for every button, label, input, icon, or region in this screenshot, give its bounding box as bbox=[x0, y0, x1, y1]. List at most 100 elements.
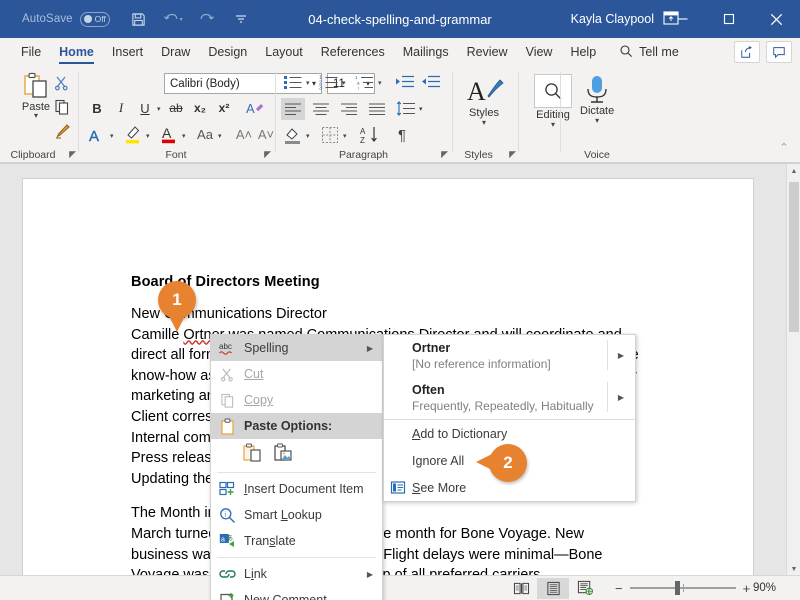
font-color-icon[interactable]: A bbox=[158, 122, 180, 146]
dictate-dropdown-caret-icon[interactable]: ▾ bbox=[580, 117, 614, 125]
save-icon[interactable] bbox=[124, 4, 154, 34]
scroll-up-arrow-icon[interactable]: ▲ bbox=[787, 164, 800, 178]
context-menu-item-link[interactable]: Link ▶ bbox=[211, 561, 382, 587]
undo-icon[interactable]: ▾ bbox=[158, 4, 188, 34]
justify-icon[interactable] bbox=[365, 98, 389, 120]
underline-caret-icon[interactable]: ▾ bbox=[157, 105, 161, 113]
numbering-caret-icon[interactable]: ▾ bbox=[342, 79, 346, 87]
styles-dropdown-caret-icon[interactable]: ▾ bbox=[464, 119, 504, 127]
shading-caret-icon[interactable]: ▾ bbox=[306, 132, 310, 140]
minimize-button[interactable] bbox=[660, 0, 706, 38]
tab-design[interactable]: Design bbox=[199, 38, 256, 66]
tab-references[interactable]: References bbox=[312, 38, 394, 66]
borders-caret-icon[interactable]: ▾ bbox=[343, 132, 347, 140]
zoom-control[interactable]: − + bbox=[615, 581, 750, 596]
font-dialog-launcher[interactable]: ◤ bbox=[264, 149, 271, 160]
borders-icon[interactable] bbox=[318, 124, 342, 146]
increase-indent-icon[interactable] bbox=[420, 73, 442, 91]
strikethrough-button[interactable]: ab bbox=[166, 98, 186, 118]
italic-button[interactable]: I bbox=[112, 98, 130, 118]
align-left-icon[interactable] bbox=[281, 98, 305, 120]
print-layout-icon[interactable] bbox=[537, 577, 569, 599]
spelling-suggestion-2[interactable]: Often Frequently, Repeatedly, Habitually… bbox=[384, 377, 635, 419]
superscript-button[interactable]: x² bbox=[214, 98, 234, 118]
context-menu-item-insert-document-item[interactable]: Insert Document Item bbox=[211, 476, 382, 502]
picture-icon[interactable] bbox=[274, 443, 293, 466]
close-button[interactable] bbox=[752, 0, 800, 38]
clear-formatting-icon[interactable]: A bbox=[244, 98, 266, 118]
tab-file[interactable]: File bbox=[12, 38, 50, 66]
show-formatting-marks-icon[interactable]: ¶ bbox=[390, 124, 414, 146]
font-color-caret-icon[interactable]: ▾ bbox=[182, 132, 186, 140]
change-case-caret-icon[interactable]: ▾ bbox=[218, 132, 222, 140]
text-effects-caret-icon[interactable]: ▾ bbox=[110, 132, 114, 140]
cut-scissors-icon[interactable] bbox=[52, 73, 72, 93]
scroll-down-arrow-icon[interactable]: ▼ bbox=[787, 562, 800, 576]
bullets-caret-icon[interactable]: ▾ bbox=[306, 79, 310, 87]
underline-button[interactable]: U bbox=[136, 98, 154, 118]
zoom-out-button[interactable]: − bbox=[615, 581, 623, 596]
context-menu-item-copy[interactable]: Copy bbox=[211, 387, 382, 413]
decrease-indent-icon[interactable] bbox=[394, 73, 416, 91]
collapse-ribbon-icon[interactable]: ⌃ bbox=[776, 140, 792, 154]
copy-icon[interactable] bbox=[52, 97, 72, 117]
redo-icon[interactable] bbox=[192, 4, 222, 34]
bold-button[interactable]: B bbox=[88, 98, 106, 118]
zoom-slider-track[interactable] bbox=[629, 581, 736, 595]
clipboard-dialog-launcher[interactable]: ◤ bbox=[69, 149, 76, 160]
dictate-button[interactable]: Dictate ▾ bbox=[580, 73, 614, 125]
multilevel-list-caret-icon[interactable]: ▾ bbox=[378, 79, 382, 87]
submenu-item-add-to-dictionary[interactable]: Add to Dictionary bbox=[384, 420, 635, 447]
styles-dialog-launcher[interactable]: ◤ bbox=[509, 149, 516, 160]
context-menu-item-translate[interactable]: aあ Translate bbox=[211, 528, 382, 554]
scrollbar-thumb[interactable] bbox=[789, 182, 799, 332]
context-menu-item-smart-lookup[interactable]: i Smart Lookup bbox=[211, 502, 382, 528]
sort-icon[interactable]: AZ bbox=[358, 124, 382, 146]
comments-icon[interactable] bbox=[766, 41, 792, 63]
user-name[interactable]: Kayla Claypool bbox=[571, 0, 654, 38]
zoom-level-label[interactable]: 90% bbox=[753, 582, 776, 594]
text-highlight-icon[interactable] bbox=[122, 122, 144, 146]
subscript-button[interactable]: x₂ bbox=[190, 98, 210, 118]
zoom-slider-thumb[interactable] bbox=[674, 581, 680, 595]
context-menu-item-cut[interactable]: Cut bbox=[211, 361, 382, 387]
line-spacing-caret-icon[interactable]: ▾ bbox=[419, 105, 423, 113]
keep-source-formatting-icon[interactable] bbox=[243, 443, 262, 466]
tab-insert[interactable]: Insert bbox=[103, 38, 152, 66]
context-menu-separator bbox=[217, 557, 376, 558]
tab-home[interactable]: Home bbox=[50, 38, 103, 66]
grow-font-button[interactable]: A˄ bbox=[234, 124, 254, 144]
line-spacing-icon[interactable] bbox=[394, 98, 418, 120]
web-layout-icon[interactable] bbox=[569, 578, 601, 599]
multilevel-list-icon[interactable]: 1ai bbox=[354, 73, 376, 91]
share-icon[interactable] bbox=[734, 41, 760, 63]
numbering-icon[interactable]: 123 bbox=[318, 73, 340, 91]
change-case-icon[interactable]: Aa bbox=[192, 124, 218, 144]
tab-mailings[interactable]: Mailings bbox=[394, 38, 458, 66]
tab-help[interactable]: Help bbox=[561, 38, 605, 66]
format-painter-icon[interactable] bbox=[52, 121, 72, 141]
context-menu-label: Copy bbox=[244, 393, 382, 407]
tab-review[interactable]: Review bbox=[458, 38, 517, 66]
shading-icon[interactable] bbox=[281, 124, 305, 146]
read-mode-icon[interactable] bbox=[505, 578, 537, 599]
bullets-icon[interactable] bbox=[282, 73, 304, 91]
context-menu-item-new-comment[interactable]: New Comment bbox=[211, 587, 382, 600]
tab-draw[interactable]: Draw bbox=[152, 38, 199, 66]
shrink-font-button[interactable]: A˅ bbox=[256, 124, 276, 144]
styles-button[interactable]: A Styles ▾ bbox=[464, 74, 504, 127]
autosave-toggle[interactable]: Off bbox=[79, 11, 110, 27]
zoom-in-button[interactable]: + bbox=[743, 581, 751, 596]
context-menu-item-spelling[interactable]: abc Spelling ▶ bbox=[211, 335, 382, 361]
maximize-button[interactable] bbox=[706, 0, 752, 38]
align-center-icon[interactable] bbox=[309, 98, 333, 120]
align-right-icon[interactable] bbox=[337, 98, 361, 120]
quick-access-more-icon[interactable] bbox=[226, 4, 256, 34]
spelling-suggestion-1[interactable]: Ortner [No reference information] ▶ bbox=[384, 335, 635, 377]
tab-layout[interactable]: Layout bbox=[256, 38, 312, 66]
tell-me-search[interactable]: Tell me bbox=[619, 38, 679, 66]
tab-view[interactable]: View bbox=[517, 38, 562, 66]
text-effects-icon[interactable]: A bbox=[86, 124, 108, 146]
text-highlight-caret-icon[interactable]: ▾ bbox=[146, 132, 150, 140]
vertical-scrollbar[interactable]: ▲ ▼ bbox=[786, 164, 800, 576]
